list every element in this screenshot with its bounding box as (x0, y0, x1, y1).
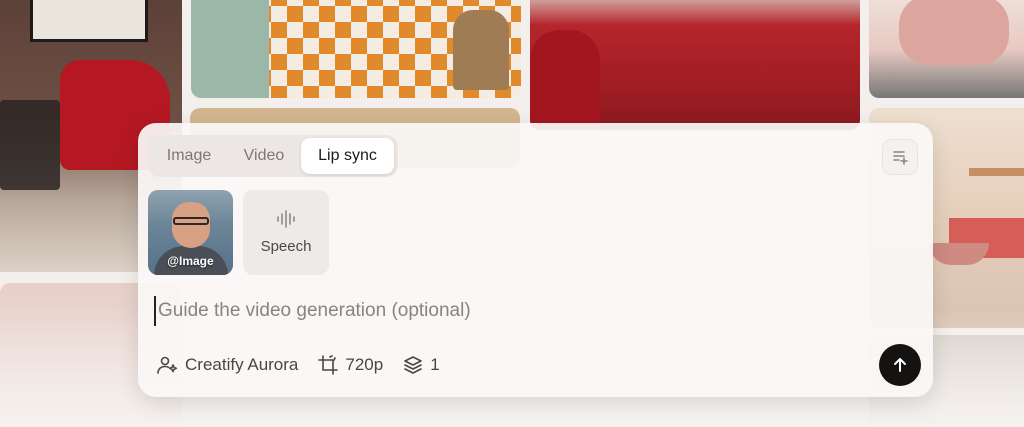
waveform-icon (277, 210, 295, 228)
model-selector[interactable]: Creatify Aurora (156, 355, 298, 375)
generation-panel: Image Video Lip sync @Image Speech Creat… (138, 123, 933, 397)
arrow-up-icon (894, 358, 906, 372)
wall-shelf (969, 168, 1024, 176)
speech-label: Speech (260, 238, 312, 255)
tab-lip-sync[interactable]: Lip sync (301, 138, 394, 174)
add-to-queue-button[interactable] (882, 139, 918, 175)
count-label: 1 (430, 355, 440, 374)
pink-seat (899, 0, 1009, 65)
image-mention-tag: @Image (167, 254, 214, 268)
green-cabinet (191, 0, 269, 98)
wall-art-frame (30, 0, 148, 42)
person-head (172, 202, 210, 248)
playlist-add-icon (893, 151, 908, 165)
tab-image[interactable]: Image (151, 138, 227, 174)
prompt-input[interactable] (154, 296, 854, 326)
options-bar: Creatify Aurora 720p 1 (156, 353, 440, 377)
resolution-selector[interactable]: 720p (318, 355, 383, 375)
reference-image-thumbnail[interactable]: @Image (148, 190, 233, 275)
red-bar-chair (530, 30, 600, 130)
wooden-stool (453, 10, 509, 90)
side-table (0, 100, 60, 190)
crop-resize-icon (318, 355, 339, 375)
mode-tabs: Image Video Lip sync (148, 135, 398, 177)
model-label: Creatify Aurora (185, 355, 299, 374)
user-sparkle-icon (157, 356, 178, 374)
tab-video[interactable]: Video (227, 138, 301, 174)
count-selector[interactable]: 1 (403, 355, 440, 375)
speech-input-button[interactable]: Speech (243, 190, 329, 275)
submit-button[interactable] (879, 344, 921, 386)
resolution-label: 720p (345, 355, 384, 374)
person-glasses (173, 217, 209, 225)
layers-icon (404, 356, 423, 374)
gallery-image-pink-lounge[interactable] (869, 0, 1024, 98)
gallery-image-kitchen-tiles[interactable] (191, 0, 521, 98)
gallery-image-red-bar[interactable] (530, 0, 860, 130)
fruit-bowl (929, 243, 989, 265)
